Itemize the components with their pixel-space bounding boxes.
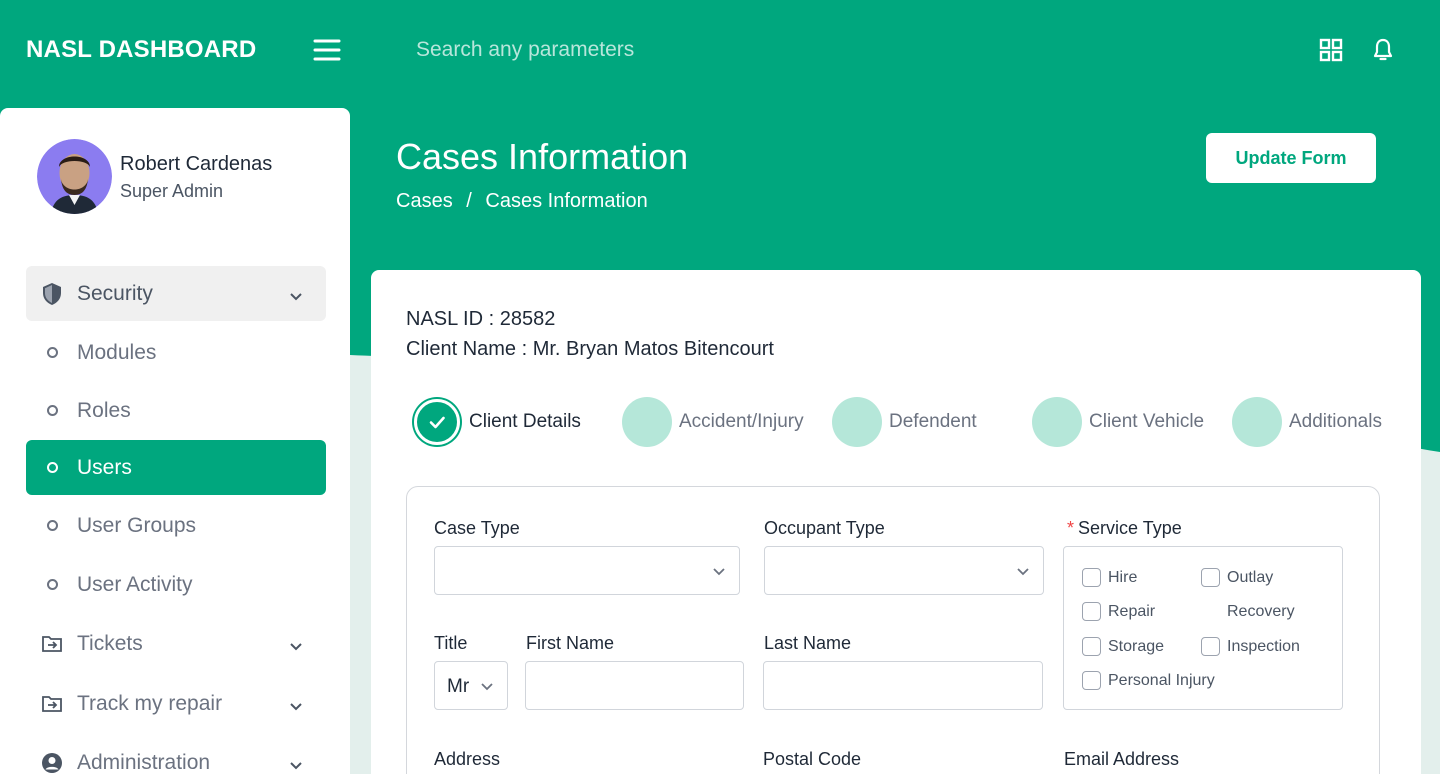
required-mark: * bbox=[1067, 518, 1075, 538]
service-personal-injury-checkbox[interactable]: Personal Injury bbox=[1082, 671, 1215, 690]
service-hire-checkbox[interactable]: Hire bbox=[1082, 568, 1137, 587]
address-label: Address bbox=[434, 749, 501, 769]
bullet-icon bbox=[40, 456, 64, 480]
sidebar-item-track-my-repair[interactable]: Track my repair bbox=[26, 676, 326, 731]
sidebar-item-label: User Activity bbox=[77, 572, 193, 596]
step-circle bbox=[622, 397, 672, 447]
service-repair-checkbox[interactable]: Repair bbox=[1082, 602, 1155, 621]
service-inspection-checkbox[interactable]: Inspection bbox=[1201, 637, 1300, 656]
sidebar-item-label: Roles bbox=[77, 398, 131, 422]
sidebar-item-label: Track my repair bbox=[77, 691, 223, 715]
title-select[interactable]: Mr bbox=[434, 661, 508, 710]
service-type-label: * Service Type bbox=[1067, 518, 1182, 538]
brand-title: NASL DASHBOARD bbox=[26, 36, 257, 63]
menu-icon[interactable] bbox=[313, 38, 341, 62]
user-name: Robert Cardenas bbox=[120, 153, 273, 175]
service-type-group: Hire Outlay Recovery Repair Storage Insp… bbox=[1063, 546, 1343, 710]
step-circle bbox=[1232, 397, 1282, 447]
sidebar-item-label: Security bbox=[77, 281, 153, 305]
sidebar-item-label: Administration bbox=[77, 750, 211, 774]
top-bar: NASL DASHBOARD bbox=[0, 0, 1440, 100]
title-label: Title bbox=[434, 633, 468, 653]
breadcrumb: Cases / Cases Information bbox=[396, 190, 648, 213]
occupant-type-label: Occupant Type bbox=[764, 518, 885, 538]
step-additionals[interactable]: Additionals bbox=[1232, 397, 1382, 447]
bell-icon[interactable] bbox=[1370, 37, 1396, 63]
sidebar-item-roles[interactable]: Roles bbox=[26, 383, 326, 438]
check-icon bbox=[414, 399, 460, 445]
step-label: Additionals bbox=[1289, 411, 1382, 432]
chevron-down-icon bbox=[288, 755, 304, 771]
chevron-down-icon bbox=[711, 563, 727, 579]
shield-icon bbox=[40, 282, 64, 306]
sidebar-item-label: Modules bbox=[77, 340, 157, 364]
step-client-details[interactable]: Client Details bbox=[412, 397, 581, 447]
first-name-input[interactable] bbox=[525, 661, 744, 710]
step-label: Client Details bbox=[469, 411, 581, 432]
bullet-icon bbox=[40, 341, 64, 365]
bullet-icon bbox=[40, 514, 64, 538]
case-type-label: Case Type bbox=[434, 518, 520, 538]
breadcrumb-separator: / bbox=[466, 190, 472, 212]
folder-arrow-icon bbox=[40, 692, 64, 716]
sidebar-item-user-activity[interactable]: User Activity bbox=[26, 557, 326, 612]
search-input[interactable] bbox=[416, 30, 1016, 70]
step-circle bbox=[832, 397, 882, 447]
occupant-type-select[interactable] bbox=[764, 546, 1044, 595]
step-circle bbox=[1032, 397, 1082, 447]
case-card: NASL ID : 28582 Client Name : Mr. Bryan … bbox=[371, 270, 1421, 774]
step-label: Defendent bbox=[889, 411, 977, 432]
sidebar-item-administration[interactable]: Administration bbox=[26, 735, 326, 774]
last-name-input[interactable] bbox=[763, 661, 1043, 710]
case-type-select[interactable] bbox=[434, 546, 740, 595]
sidebar-item-user-groups[interactable]: User Groups bbox=[26, 498, 326, 553]
user-role: Super Admin bbox=[120, 181, 224, 201]
chevron-down-icon bbox=[1015, 563, 1031, 579]
breadcrumb-item-cases[interactable]: Cases bbox=[396, 190, 453, 213]
first-name-label: First Name bbox=[526, 633, 615, 653]
sidebar-item-label: Users bbox=[77, 455, 132, 479]
service-storage-checkbox[interactable]: Storage bbox=[1082, 637, 1164, 656]
chevron-down-icon bbox=[288, 696, 304, 712]
sidebar-item-users[interactable]: Users bbox=[26, 440, 326, 495]
chevron-down-icon bbox=[288, 286, 304, 302]
sidebar: Robert Cardenas Super Admin Security Mod… bbox=[0, 108, 350, 774]
step-accident-injury[interactable]: Accident/Injury bbox=[622, 397, 804, 447]
user-circle-icon bbox=[40, 751, 64, 774]
grid-icon[interactable] bbox=[1318, 37, 1344, 63]
service-outlay-recovery-label: Recovery bbox=[1227, 603, 1295, 620]
postal-code-label: Postal Code bbox=[763, 749, 862, 769]
chevron-down-icon bbox=[288, 636, 304, 652]
update-form-button[interactable]: Update Form bbox=[1206, 133, 1376, 183]
bullet-icon bbox=[40, 399, 64, 423]
step-label: Client Vehicle bbox=[1089, 411, 1205, 432]
nasl-id: NASL ID : 28582 bbox=[406, 308, 556, 330]
bullet-icon bbox=[40, 573, 64, 597]
breadcrumb-item-current: Cases Information bbox=[485, 190, 648, 212]
sidebar-item-tickets[interactable]: Tickets bbox=[26, 616, 326, 671]
step-label: Accident/Injury bbox=[679, 411, 804, 432]
page-title: Cases Information bbox=[396, 136, 689, 177]
email-address-label: Email Address bbox=[1064, 749, 1180, 769]
last-name-label: Last Name bbox=[764, 633, 852, 653]
avatar[interactable] bbox=[37, 139, 112, 214]
sidebar-item-modules[interactable]: Modules bbox=[26, 325, 326, 380]
client-details-form: Case Type Occupant Type * Service Type Hi… bbox=[406, 486, 1380, 774]
sidebar-item-label: Tickets bbox=[77, 631, 143, 655]
sidebar-item-label: User Groups bbox=[77, 513, 197, 537]
step-client-vehicle[interactable]: Client Vehicle bbox=[1032, 397, 1204, 447]
step-defendent[interactable]: Defendent bbox=[832, 397, 977, 447]
chevron-down-icon bbox=[479, 678, 495, 694]
folder-arrow-icon bbox=[40, 632, 64, 656]
client-name: Client Name : Mr. Bryan Matos Bitencourt bbox=[406, 338, 774, 360]
sidebar-item-security[interactable]: Security bbox=[26, 266, 326, 321]
service-outlay-checkbox[interactable]: Outlay bbox=[1201, 568, 1273, 587]
